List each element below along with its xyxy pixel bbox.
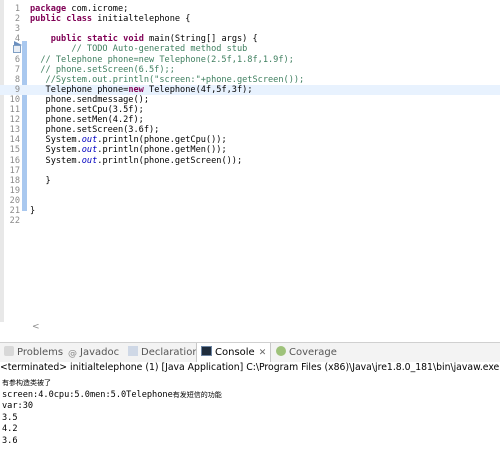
line-number: 12 — [9, 115, 20, 126]
code-line[interactable]: 6 // Telephone phone=new Telephone(2.5f,… — [0, 55, 500, 65]
code-text: System.out.println(phone.getMen()); — [30, 145, 227, 156]
scroll-left-icon[interactable]: < — [32, 322, 40, 332]
tab-problems[interactable]: Problems — [4, 343, 63, 363]
code-text: // phone.setScreen(6.5f);; — [30, 64, 175, 75]
javadoc-icon: @ — [68, 349, 77, 359]
coverage-icon — [276, 346, 286, 356]
line-number: 15 — [9, 145, 20, 156]
line-number: 8 — [14, 74, 20, 85]
console-line: 4.2 — [2, 424, 18, 434]
code-editor[interactable]: 1 package com.icrome; 2 public class initia… — [0, 0, 500, 340]
console-line: var:30 — [2, 401, 34, 411]
line-number: 1 — [14, 4, 20, 14]
code-line[interactable]: 2 public class initialtelephone { — [0, 14, 500, 24]
code-line[interactable]: 14 System.out.println(phone.getCpu()); — [0, 135, 500, 145]
console-line: 有参构造类被了 — [2, 379, 51, 387]
tab-declaration[interactable]: Declaration — [128, 343, 199, 363]
code-text: public class initialtelephone { — [30, 14, 191, 25]
code-line[interactable]: 22 — [0, 216, 500, 226]
code-text: // TODO Auto-generated method stub — [30, 44, 248, 55]
code-text: Telephone phone=new Telephone(4f,5f,3f); — [30, 84, 253, 95]
code-text: } — [30, 175, 51, 186]
line-number: 19 — [9, 185, 20, 196]
console-line: screen:4.0cpu:5.0men:5.0Telephone — [2, 389, 173, 400]
console-icon — [201, 346, 212, 356]
tab-coverage[interactable]: Coverage — [276, 343, 337, 363]
code-line[interactable]: 12 phone.setMen(4.2f); — [0, 115, 500, 125]
code-line[interactable]: 10 phone.sendmessage(); — [0, 95, 500, 105]
line-number: 21 — [9, 206, 20, 216]
task-marker-icon[interactable] — [13, 45, 21, 54]
code-line[interactable]: 15 System.out.println(phone.getMen()); — [0, 145, 500, 155]
declaration-icon — [128, 346, 138, 356]
code-line[interactable]: 5 // TODO Auto-generated method stub — [0, 44, 500, 54]
console-line: 3.6 — [2, 435, 18, 446]
line-number: 3 — [14, 24, 20, 35]
code-line[interactable]: 4 public static void main(String[] args)… — [0, 34, 500, 44]
line-number: 18 — [9, 175, 20, 186]
code-line[interactable]: 8 //System.out.println("screen:"+phone.g… — [0, 75, 500, 85]
line-number: 10 — [9, 94, 20, 105]
code-line[interactable]: 16 System.out.println(phone.getScreen())… — [0, 156, 500, 166]
view-tabs-bar: Problems @ Javadoc Declaration Console ✕ C… — [0, 342, 500, 364]
console-line-suffix: 有发短信的功能 — [172, 390, 222, 399]
code-line[interactable]: 1 package com.icrome; — [0, 4, 500, 14]
code-line[interactable]: 13 phone.setScreen(3.6f); — [0, 125, 500, 135]
code-line[interactable]: 3 — [0, 24, 500, 34]
console-line: 3.5 — [2, 412, 18, 423]
code-line[interactable]: 17 — [0, 166, 500, 176]
code-line[interactable]: 11 phone.setCpu(3.5f); — [0, 105, 500, 115]
code-text: // Telephone phone=new Telephone(2.5f,1.… — [30, 54, 294, 65]
line-number: 14 — [9, 135, 20, 146]
code-text: package com.icrome; — [30, 4, 129, 14]
editor-horizontal-scrollbar[interactable]: < — [0, 322, 500, 334]
code-line[interactable]: 20 — [0, 196, 500, 206]
console-output[interactable]: 有参构造类被了 screen:4.0cpu:5.0men:5.0Telephon… — [2, 378, 222, 447]
line-number: 2 — [14, 14, 20, 25]
code-line[interactable]: 7 // phone.setScreen(6.5f);; — [0, 65, 500, 75]
code-line[interactable]: 18 } — [0, 176, 500, 186]
line-number: 11 — [9, 105, 20, 115]
code-text: phone.setScreen(3.6f); — [30, 125, 160, 136]
code-text: public static void main(String[] args) { — [50, 34, 258, 45]
close-icon[interactable]: ✕ — [259, 348, 267, 358]
line-number: 17 — [9, 165, 20, 176]
console-status-header: <terminated> initialtelephone (1) [Java … — [0, 362, 500, 375]
code-text: phone.sendmessage(); — [30, 94, 149, 105]
line-number: 16 — [9, 155, 20, 166]
code-text: System.out.println(phone.getCpu()); — [30, 135, 227, 146]
line-number: 9 — [14, 84, 20, 95]
line-number: 22 — [9, 216, 20, 227]
code-text: //System.out.println("screen:"+phone.get… — [30, 74, 305, 85]
line-number: 7 — [14, 64, 20, 75]
code-text: phone.setMen(4.2f); — [30, 115, 144, 126]
problems-icon — [4, 346, 14, 356]
code-text: } — [30, 206, 36, 216]
code-line[interactable]: 9 Telephone phone=new Telephone(4f,5f,3f… — [0, 84, 500, 95]
code-line[interactable]: 19 — [0, 186, 500, 196]
line-number: 4 — [14, 34, 20, 45]
line-number: 20 — [9, 195, 20, 206]
code-line[interactable]: 21} — [0, 206, 500, 216]
line-number: 13 — [9, 125, 20, 136]
tab-javadoc[interactable]: @ Javadoc — [68, 343, 119, 363]
line-number: 6 — [14, 54, 20, 65]
tab-console[interactable]: Console ✕ — [196, 343, 272, 363]
code-text: phone.setCpu(3.5f); — [30, 105, 144, 115]
code-text: System.out.println(phone.getScreen()); — [30, 155, 243, 166]
